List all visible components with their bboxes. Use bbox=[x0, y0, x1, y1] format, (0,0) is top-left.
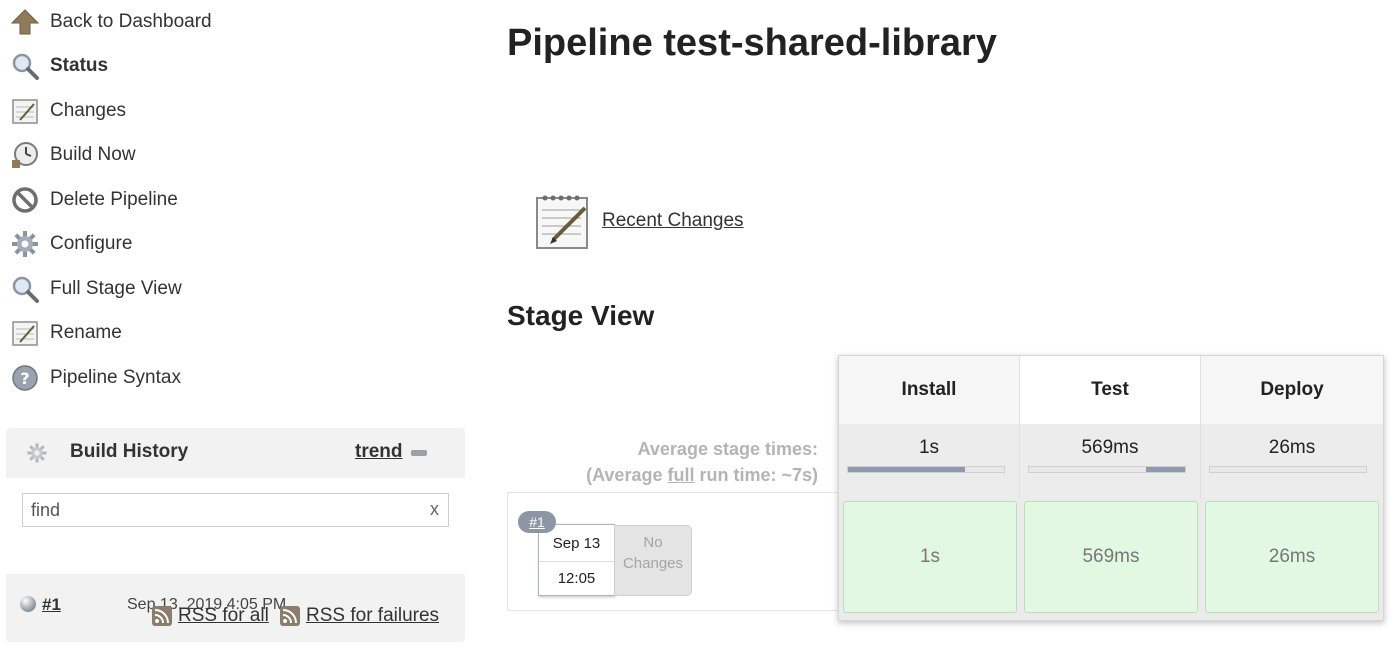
trend-link[interactable]: trend bbox=[355, 441, 403, 463]
sidebar-item-configure[interactable]: Configure bbox=[8, 224, 132, 264]
stage-average-bar-fill bbox=[848, 467, 965, 472]
rss-failures[interactable]: RSS for failures bbox=[280, 605, 439, 627]
sidebar-item-pipeline-syntax[interactable]: ? Pipeline Syntax bbox=[8, 358, 181, 398]
stage-average-time: 569ms bbox=[1081, 437, 1139, 458]
stage-average-bar bbox=[1028, 466, 1186, 473]
magnifier-icon bbox=[8, 272, 42, 306]
stage-average-test: 569ms bbox=[1020, 424, 1201, 498]
magnifier-icon bbox=[8, 49, 42, 83]
stage-average-time: 26ms bbox=[1268, 437, 1316, 458]
sidebar-item-back-to-dashboard[interactable]: Back to Dashboard bbox=[8, 2, 212, 42]
stage-cell-install[interactable]: 1s bbox=[843, 501, 1017, 613]
full-run-link[interactable]: full bbox=[667, 465, 694, 485]
build-history-title: Build History bbox=[70, 441, 189, 462]
stage-header-install: Install bbox=[839, 356, 1020, 424]
build-link[interactable]: #1 bbox=[42, 595, 61, 615]
sidebar-item-delete-pipeline[interactable]: Delete Pipeline bbox=[8, 180, 178, 220]
build-search-input[interactable] bbox=[22, 493, 449, 527]
sidebar-item-label: Build Now bbox=[50, 144, 136, 165]
average-stage-times-label: Average stage times: (Average full run t… bbox=[520, 436, 818, 488]
build-history-panel: Build History trend x #1 Sep 13, 2019 4:… bbox=[6, 428, 465, 642]
collapse-icon[interactable] bbox=[411, 450, 427, 456]
stage-average-deploy: 26ms bbox=[1201, 424, 1383, 498]
rss-all-link[interactable]: RSS for all bbox=[178, 605, 269, 627]
run-date: Sep 13 bbox=[552, 535, 601, 552]
build-history-header: Build History trend bbox=[6, 428, 465, 478]
gear-icon bbox=[8, 227, 42, 261]
sidebar-item-label: Pipeline Syntax bbox=[50, 367, 181, 388]
page-title: Pipeline test-shared-library bbox=[507, 22, 997, 64]
run-changes: No Changes bbox=[614, 525, 692, 596]
sidebar-item-label: Back to Dashboard bbox=[50, 11, 212, 32]
clock-icon bbox=[8, 138, 42, 172]
up-arrow-icon bbox=[8, 5, 42, 39]
stage-average-install: 1s bbox=[839, 424, 1020, 498]
clear-search-button[interactable]: x bbox=[430, 499, 439, 520]
stage-cell-test[interactable]: 569ms bbox=[1024, 501, 1198, 613]
sidebar-item-label: Changes bbox=[50, 100, 127, 121]
sidebar: Back to Dashboard Status Changes Build N… bbox=[0, 0, 470, 657]
notepad-icon bbox=[8, 94, 42, 128]
sidebar-item-label: Status bbox=[50, 55, 109, 76]
svg-text:?: ? bbox=[20, 369, 29, 388]
sidebar-item-changes[interactable]: Changes bbox=[8, 91, 126, 131]
no-entry-icon bbox=[8, 183, 42, 217]
sidebar-item-status[interactable]: Status bbox=[8, 46, 108, 86]
stage-view-title: Stage View bbox=[507, 300, 655, 331]
help-icon: ? bbox=[8, 361, 42, 395]
stage-view-grid: Install Test Deploy 1s 569ms 26ms 1s 569… bbox=[838, 355, 1384, 621]
average-run-time-text: (Average full run time: ~7s) bbox=[586, 465, 818, 485]
sidebar-item-rename[interactable]: Rename bbox=[8, 313, 122, 353]
sidebar-item-label: Rename bbox=[50, 322, 122, 343]
sidebar-item-label: Full Stage View bbox=[50, 278, 182, 299]
sidebar-item-label: Delete Pipeline bbox=[50, 189, 178, 210]
build-history-search-area: x #1 Sep 13, 2019 4:05 PM bbox=[6, 478, 465, 614]
stage-cell-deploy[interactable]: 26ms bbox=[1205, 501, 1379, 613]
gear-icon bbox=[26, 442, 48, 469]
stage-average-bar bbox=[847, 466, 1005, 473]
rss-all[interactable]: RSS for all bbox=[152, 605, 269, 627]
build-status-icon bbox=[20, 596, 36, 612]
rss-failures-link[interactable]: RSS for failures bbox=[306, 605, 439, 627]
average-stage-times-text: Average stage times: bbox=[637, 439, 818, 459]
recent-changes-link[interactable]: Recent Changes bbox=[602, 210, 744, 232]
sidebar-item-label: Configure bbox=[50, 233, 133, 254]
rss-icon bbox=[152, 606, 172, 626]
stage-header-test: Test bbox=[1020, 356, 1201, 424]
stage-average-time: 1s bbox=[918, 437, 940, 458]
run-date-box: Sep 13 12:05 bbox=[538, 524, 615, 596]
stage-header-deploy: Deploy bbox=[1201, 356, 1383, 424]
notepad-icon bbox=[8, 316, 42, 350]
notepad-icon bbox=[533, 190, 595, 257]
stage-average-bar-fill bbox=[1146, 467, 1185, 472]
run-badge[interactable]: #1 bbox=[518, 511, 556, 533]
sidebar-item-build-now[interactable]: Build Now bbox=[8, 135, 136, 175]
stage-average-bar bbox=[1209, 466, 1367, 473]
rss-icon bbox=[280, 606, 300, 626]
run-time: 12:05 bbox=[557, 570, 596, 587]
sidebar-item-full-stage-view[interactable]: Full Stage View bbox=[8, 269, 182, 309]
